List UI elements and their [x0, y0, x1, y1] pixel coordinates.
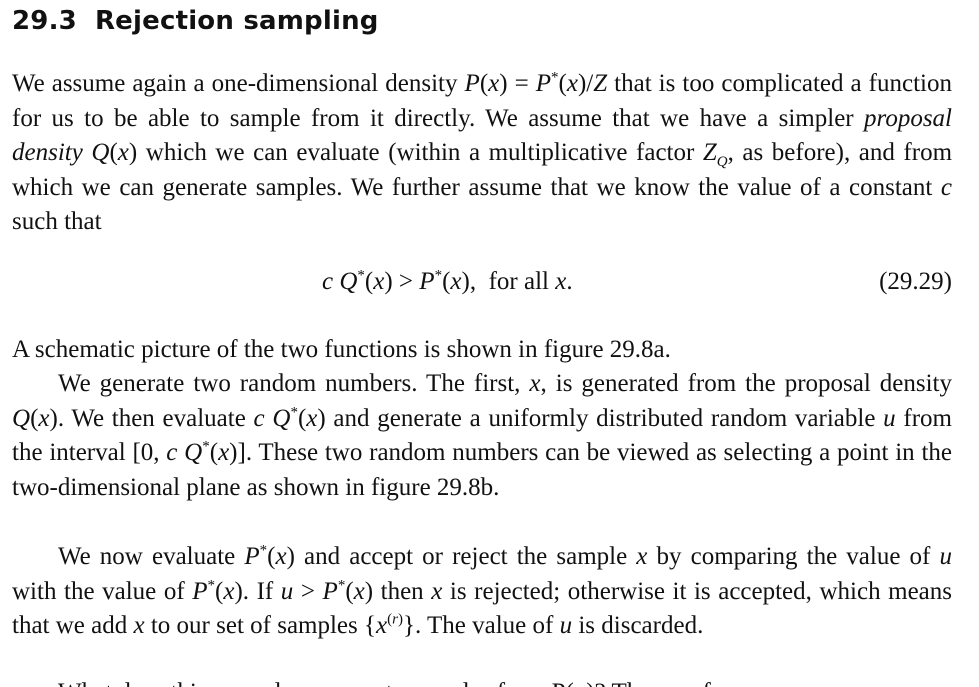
paragraph-1: We assume again a one-dimensional densit…	[12, 69, 953, 235]
paragraph-4: We now evaluate P*(x) and accept or reje…	[12, 542, 952, 639]
equation-number: (29.29)	[879, 268, 952, 295]
section-title: Rejection sampling	[94, 6, 379, 36]
cut-off-line: What does this procedure generate sample…	[12, 676, 952, 687]
section-number: 29.3	[12, 6, 77, 36]
section-heading: 29.3 Rejection sampling	[12, 6, 379, 36]
paragraph-2: A schematic picture of the two functions…	[12, 336, 671, 363]
paragraph-3: We generate two random numbers. The firs…	[12, 370, 952, 501]
equation-body: c Q*(x) > P*(x), for all x.	[322, 267, 573, 295]
equation-29-29: c Q*(x) > P*(x), for all x. (29.29)	[12, 268, 952, 304]
